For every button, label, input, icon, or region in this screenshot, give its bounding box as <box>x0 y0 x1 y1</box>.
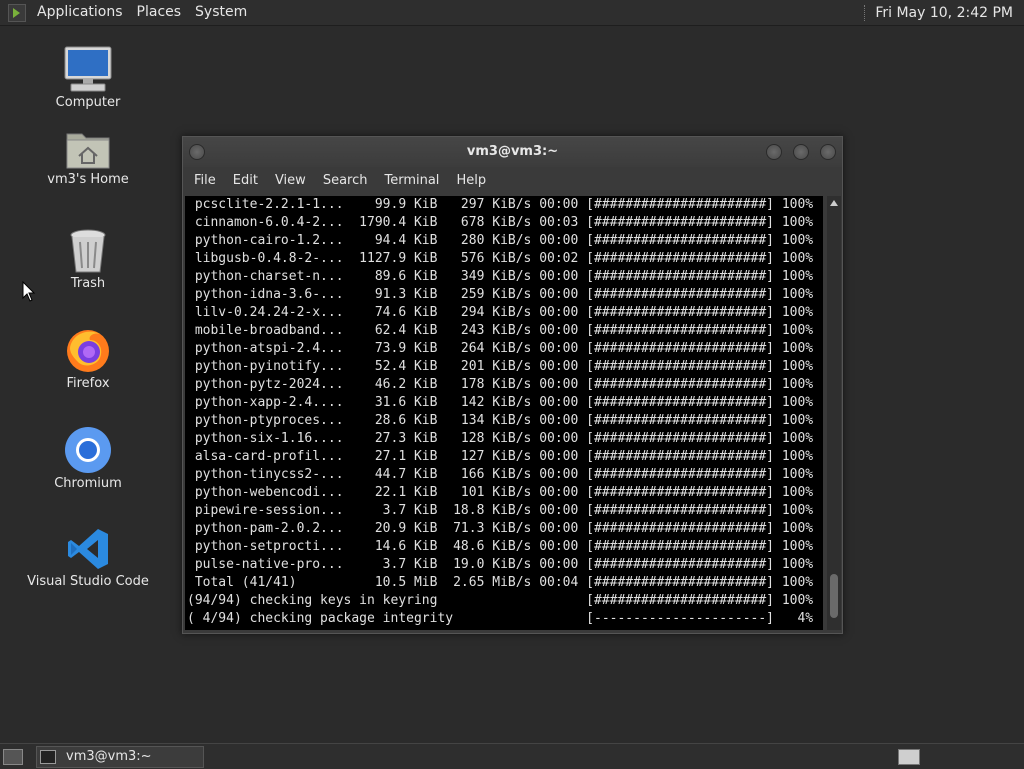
terminal-line: mobile-broadband... 62.4 KiB 243 KiB/s 0… <box>187 323 814 338</box>
window-titlebar[interactable]: vm3@vm3:~ <box>183 137 842 167</box>
terminal-line: python-pam-2.0.2... 20.9 KiB 71.3 KiB/s … <box>187 521 814 536</box>
terminal-line: python-setprocti... 14.6 KiB 48.6 KiB/s … <box>187 539 814 554</box>
menu-edit[interactable]: Edit <box>225 167 266 195</box>
menu-places[interactable]: Places <box>130 0 189 25</box>
desktop-icon-label: vm3's Home <box>47 172 129 187</box>
terminal-line: python-six-1.16.... 27.3 KiB 128 KiB/s 0… <box>187 431 814 446</box>
menu-file[interactable]: File <box>186 167 224 195</box>
taskbar-window-label: vm3@vm3:~ <box>66 749 152 764</box>
window-title: vm3@vm3:~ <box>466 144 559 159</box>
terminal-line: python-charset-n... 89.6 KiB 349 KiB/s 0… <box>187 269 814 284</box>
desktop-icon-label: Firefox <box>66 376 110 391</box>
desktop-icon-trash[interactable]: Trash <box>23 228 153 291</box>
taskbar-window-button[interactable]: vm3@vm3:~ <box>36 745 204 768</box>
workspace-switcher[interactable] <box>898 748 920 765</box>
terminal-line: python-idna-3.6-... 91.3 KiB 259 KiB/s 0… <box>187 287 814 302</box>
terminal-line: python-pytz-2024... 46.2 KiB 178 KiB/s 0… <box>187 377 814 392</box>
terminal-line: alsa-card-profil... 27.1 KiB 127 KiB/s 0… <box>187 449 814 464</box>
panel-separator <box>864 4 867 21</box>
terminal-icon <box>40 749 56 764</box>
terminal-line: pulse-native-pro... 3.7 KiB 19.0 KiB/s 0… <box>187 557 814 572</box>
terminal-line: pipewire-session... 3.7 KiB 18.8 KiB/s 0… <box>187 503 814 518</box>
show-desktop-icon[interactable] <box>3 748 23 765</box>
desktop-icon-chromium[interactable]: Chromium <box>23 426 153 491</box>
panel-right: Fri May 10, 2:42 PM <box>864 0 1024 25</box>
desktop-icon-label: Chromium <box>54 476 122 491</box>
desktop-icon-computer[interactable]: Computer <box>23 45 153 110</box>
firefox-icon <box>67 330 109 372</box>
terminal-output[interactable]: pcsclite-2.2.1-1... 99.9 KiB 297 KiB/s 0… <box>185 196 823 630</box>
bottom-panel: vm3@vm3:~ <box>0 743 1024 769</box>
scroll-up-arrow-icon[interactable] <box>830 200 838 206</box>
terminal-line: python-pyinotify... 52.4 KiB 201 KiB/s 0… <box>187 359 814 374</box>
chromium-icon <box>65 427 111 473</box>
terminal-line: ( 4/94) checking package integrity [----… <box>187 611 814 626</box>
terminal-line: pcsclite-2.2.1-1... 99.9 KiB 297 KiB/s 0… <box>187 197 814 212</box>
desktop-icon-home[interactable]: vm3's Home <box>23 128 153 187</box>
terminal-line: python-xapp-2.4.... 31.6 KiB 142 KiB/s 0… <box>187 395 814 410</box>
desktop-icon-label: Visual Studio Code <box>27 574 149 589</box>
terminal-line: lilv-0.24.24-2-x... 74.6 KiB 294 KiB/s 0… <box>187 305 814 320</box>
applications-menu-icon[interactable] <box>8 3 26 22</box>
menu-terminal[interactable]: Terminal <box>376 167 447 195</box>
close-button[interactable] <box>820 144 836 160</box>
scrollbar-thumb[interactable] <box>830 574 838 618</box>
menu-applications[interactable]: Applications <box>30 0 130 25</box>
computer-icon <box>64 46 112 92</box>
home-folder-icon <box>66 133 110 169</box>
terminal-line: python-ptyproces... 28.6 KiB 134 KiB/s 0… <box>187 413 814 428</box>
top-panel: Applications Places System Fri May 10, 2… <box>0 0 1024 26</box>
mouse-cursor-icon <box>22 281 36 302</box>
vscode-icon <box>68 529 108 569</box>
terminal-line: python-cairo-1.2... 94.4 KiB 280 KiB/s 0… <box>187 233 814 248</box>
terminal-line: Total (41/41) 10.5 MiB 2.65 MiB/s 00:04 … <box>187 575 814 590</box>
maximize-button[interactable] <box>793 144 809 160</box>
desktop-icon-label: Computer <box>55 95 121 110</box>
main-menu: Applications Places System <box>0 0 254 25</box>
menu-search[interactable]: Search <box>315 167 376 195</box>
terminal-line: python-tinycss2-... 44.7 KiB 166 KiB/s 0… <box>187 467 814 482</box>
clock[interactable]: Fri May 10, 2:42 PM <box>875 5 1013 21</box>
desktop-icon-firefox[interactable]: Firefox <box>23 326 153 391</box>
terminal-line: python-webencodi... 22.1 KiB 101 KiB/s 0… <box>187 485 814 500</box>
terminal-window[interactable]: vm3@vm3:~ File Edit View Search Terminal… <box>182 136 843 634</box>
desktop-icon-vscode[interactable]: Visual Studio Code <box>23 526 153 589</box>
terminal-line: (94/94) checking keys in keyring [######… <box>187 593 814 608</box>
terminal-line: python-atspi-2.4... 73.9 KiB 264 KiB/s 0… <box>187 341 814 356</box>
minimize-button[interactable] <box>766 144 782 160</box>
menu-view[interactable]: View <box>267 167 314 195</box>
terminal-line: cinnamon-6.0.4-2... 1790.4 KiB 678 KiB/s… <box>187 215 814 230</box>
terminal-scrollbar[interactable] <box>827 196 841 630</box>
terminal-menubar: File Edit View Search Terminal Help <box>183 167 842 195</box>
trash-icon <box>70 229 106 273</box>
menu-help[interactable]: Help <box>448 167 494 195</box>
terminal-line: libgusb-0.4.8-2-... 1127.9 KiB 576 KiB/s… <box>187 251 814 266</box>
menu-system[interactable]: System <box>188 0 254 25</box>
desktop-icon-label: Trash <box>70 276 106 291</box>
